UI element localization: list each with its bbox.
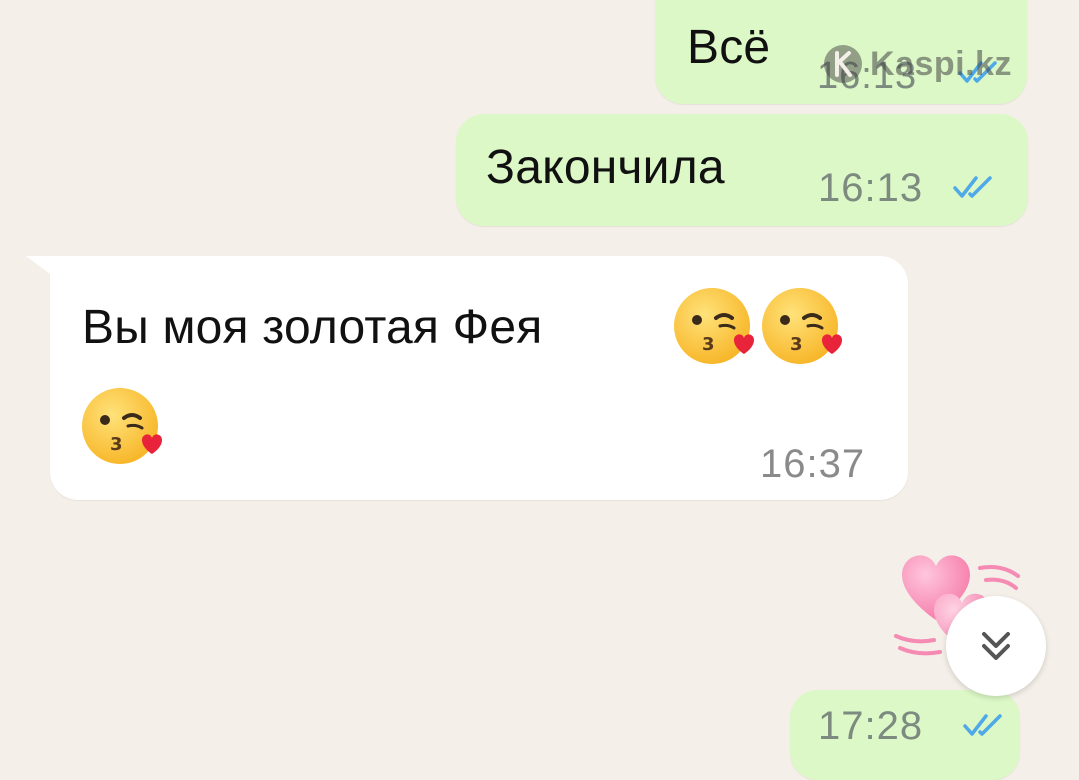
svg-text:3: 3 xyxy=(790,334,803,355)
watermark-text: Kaspi.kz xyxy=(870,44,1012,83)
message-time: 16:37 xyxy=(760,442,866,486)
message-time: 17:28 xyxy=(818,704,924,748)
svg-text:3: 3 xyxy=(702,334,715,355)
message-bubble-outgoing[interactable]: 17:28 xyxy=(790,690,1020,780)
message-text: Закончила xyxy=(486,141,725,194)
read-ticks-icon xyxy=(953,176,992,198)
message-bubble-incoming[interactable]: Вы моя золотая Фея 3 3 3 16:37 xyxy=(50,256,908,500)
kissing-heart-emoji-icon: 3 xyxy=(82,388,162,464)
svg-text:3: 3 xyxy=(110,434,123,455)
message-text: Всё xyxy=(687,21,771,74)
chat-area: Всё 16:13 Закончила 16:13 Вы моя золотая… xyxy=(0,0,1079,780)
message-bubble-outgoing[interactable]: Закончила 16:13 xyxy=(456,114,1028,226)
message-time: 16:13 xyxy=(818,166,924,210)
kaspi-logo-icon xyxy=(824,45,862,83)
read-ticks-icon xyxy=(963,714,1002,736)
kissing-heart-emoji-icon: 3 xyxy=(674,288,754,364)
kaspi-watermark: Kaspi.kz xyxy=(822,40,1012,88)
double-chevron-down-icon xyxy=(982,632,1010,660)
message-text: Вы моя золотая Фея xyxy=(82,301,543,354)
kissing-heart-emoji-icon: 3 xyxy=(762,288,842,364)
scroll-to-bottom-button[interactable] xyxy=(946,596,1046,696)
